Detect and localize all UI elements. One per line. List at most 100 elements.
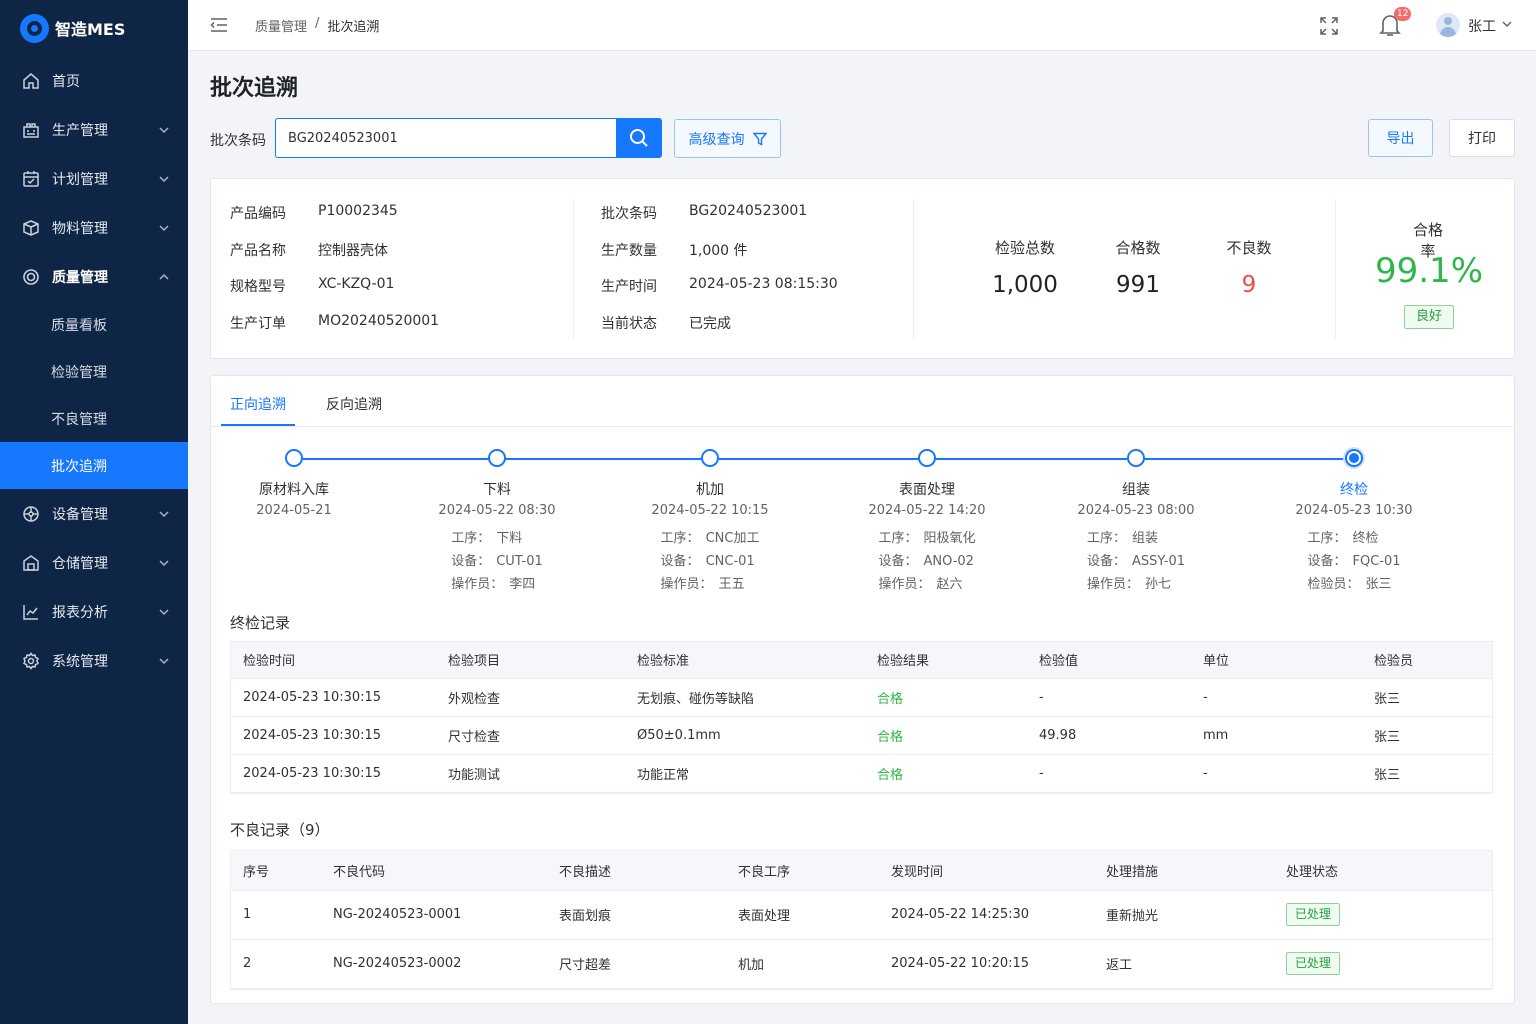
table-row[interactable]: 2024-05-23 10:30:15 尺寸检查 Ø50±0.1mm 合格 49.98 m…: [231, 716, 1492, 755]
timeline-node[interactable]: 下料 2024-05-22 08:30 工序： 下料 设备： CUT-01 操作员： 李四: [397, 449, 597, 596]
timeline-detail-value: 王五: [718, 577, 745, 592]
timeline-dot: [1127, 449, 1145, 467]
info-key: 批次条码: [601, 206, 657, 222]
timeline-detail-value: ANO-02: [923, 554, 974, 569]
timeline-node[interactable]: 表面处理 2024-05-22 14:20 工序： 阳极氧化 设备： ANO-02 操作员：…: [827, 449, 1027, 596]
timeline-node[interactable]: 原材料入库 2024-05-21: [194, 449, 394, 518]
advanced-search-button[interactable]: 高级查询: [674, 119, 781, 158]
column-header: 检验时间: [231, 642, 436, 679]
timeline-step-date: 2024-05-22 14:20: [868, 503, 986, 518]
sidebar-subitem-quality-board[interactable]: 质量看板: [0, 301, 188, 348]
sidebar-subitem-batch-trace[interactable]: 批次追溯: [0, 442, 188, 489]
timeline-detail-key: 工序：: [451, 531, 491, 546]
advanced-search-label: 高级查询: [688, 131, 745, 148]
table-cell: -: [1191, 678, 1362, 717]
sidebar-item-plan[interactable]: 计划管理: [0, 154, 188, 203]
timeline-node[interactable]: 组装 2024-05-23 08:00 工序： 组装 设备： ASSY-01 操作员： 孙七: [1036, 449, 1236, 596]
breadcrumb-item[interactable]: 质量管理: [255, 16, 307, 35]
sidebar-item-material[interactable]: 物料管理: [0, 203, 188, 252]
column-header: 检验结果: [865, 642, 1027, 679]
avatar[interactable]: [1436, 13, 1460, 37]
status-badge: 已处理: [1286, 903, 1341, 926]
info-value: P10002345: [318, 203, 398, 219]
timeline-detail-key: 设备：: [451, 554, 491, 569]
breadcrumb-separator: /: [315, 16, 320, 31]
info-key: 生产时间: [601, 279, 657, 295]
timeline-step-date: 2024-05-22 08:30: [438, 503, 556, 518]
sidebar-item-warehouse[interactable]: 仓储管理: [0, 538, 188, 587]
sidebar-subitem-inspection[interactable]: 检验管理: [0, 348, 188, 395]
table-cell: 已处理: [1274, 939, 1492, 989]
column-header: 检验项目: [436, 642, 625, 679]
brand[interactable]: 智造MES: [0, 0, 188, 56]
fullscreen-icon[interactable]: [1319, 16, 1339, 36]
home-icon: [22, 72, 40, 90]
timeline-step-name: 终检: [1340, 482, 1368, 498]
table-cell: 2024-05-23 10:30:15: [231, 716, 436, 755]
timeline-dot: [488, 449, 506, 467]
sidebar-item-quality[interactable]: 质量管理: [0, 252, 188, 301]
tab-forward-trace[interactable]: 正向追溯: [230, 394, 286, 414]
table-row[interactable]: 1 NG-20240523-0001 表面划痕 表面处理 2024-05-22 14:2…: [231, 890, 1492, 940]
brand-name: 智造MES: [55, 20, 126, 39]
table-row[interactable]: 2024-05-23 10:30:15 外观检查 无划痕、碰伤等缺陷 合格 - - 张三: [231, 678, 1492, 717]
user-name[interactable]: 张工: [1468, 16, 1496, 36]
batch-code-input[interactable]: [275, 118, 617, 158]
info-row: 产品名称 控制器壳体: [230, 240, 439, 277]
top-header: 质量管理 / 批次追溯 12 张工: [188, 0, 1536, 51]
timeline-detail-key: 设备：: [1307, 554, 1347, 569]
chevron-down-icon: [159, 608, 169, 615]
tab-reverse-trace[interactable]: 反向追溯: [326, 394, 382, 414]
table-row[interactable]: 2 NG-20240523-0002 尺寸超差 机加 2024-05-22 10:20:…: [231, 939, 1492, 989]
timeline-node[interactable]: 终检 2024-05-23 10:30 工序： 终检 设备： FQC-01 检验员： 张三: [1254, 449, 1454, 596]
stat-passed: 合格数 991: [1078, 237, 1198, 298]
timeline-detail-row: 工序： 下料: [451, 527, 543, 550]
factory-icon: [22, 121, 40, 139]
batch-info: 批次条码 BG20240523001 生产数量 1,000 件 生产时间 2024-0…: [601, 203, 838, 349]
timeline-detail-value: ASSY-01: [1131, 554, 1186, 569]
sidebar-item-production[interactable]: 生产管理: [0, 105, 188, 154]
search-button[interactable]: [616, 118, 662, 158]
stat-value: 9: [1241, 272, 1257, 298]
chevron-down-icon: [159, 657, 169, 664]
timeline-detail-value: FQC-01: [1352, 554, 1401, 569]
sidebar-menu: 首页 生产管理 计划管理 物料管理 质量管理 质量看板 检验管理 不良管理 批次…: [0, 56, 188, 685]
sidebar-item-home[interactable]: 首页: [0, 56, 188, 105]
table-cell: 返工: [1094, 939, 1274, 989]
print-button[interactable]: 打印: [1449, 119, 1515, 157]
info-row: 规格型号 XC-KZQ-01: [230, 276, 439, 313]
table-cell: 张三: [1362, 754, 1492, 793]
sidebar-item-system[interactable]: 系统管理: [0, 636, 188, 685]
timeline-detail-key: 工序：: [1307, 531, 1347, 546]
timeline-detail-row: 操作员： 李四: [451, 573, 543, 596]
sidebar-subitem-label: 批次追溯: [51, 458, 107, 475]
column-header: 处理措施: [1094, 851, 1274, 891]
table-cell: NG-20240523-0002: [321, 939, 547, 989]
chevron-up-icon: [159, 273, 169, 280]
sidebar-item-label: 物料管理: [52, 220, 108, 237]
info-key: 产品编码: [230, 206, 286, 222]
table-cell: 表面处理: [726, 890, 879, 940]
table-cell: 2024-05-22 14:25:30: [879, 890, 1094, 940]
filter-icon: [752, 132, 767, 146]
table-cell: 功能测试: [436, 754, 625, 793]
sidebar-subitem-defects[interactable]: 不良管理: [0, 395, 188, 442]
table-cell: -: [1027, 678, 1191, 717]
timeline-dot: [918, 449, 936, 467]
sidebar-item-equipment[interactable]: 设备管理: [0, 489, 188, 538]
timeline-detail-row: 设备： ASSY-01: [1087, 550, 1185, 573]
sidebar-item-report[interactable]: 报表分析: [0, 587, 188, 636]
menu-collapse-icon[interactable]: [210, 16, 228, 34]
timeline-dot: [285, 449, 303, 467]
export-button[interactable]: 导出: [1368, 119, 1433, 157]
timeline-step-date: 2024-05-22 10:15: [651, 503, 769, 518]
sidebar: 智造MES 首页 生产管理 计划管理 物料管理 质量管理 质量看板 检验管理 不…: [0, 0, 188, 1024]
table-row[interactable]: 2024-05-23 10:30:15 功能测试 功能正常 合格 - - 张三: [231, 754, 1492, 793]
table-cell: 合格: [865, 716, 1027, 755]
chevron-down-icon[interactable]: [1502, 19, 1512, 29]
stat-value: 1,000: [992, 272, 1058, 298]
timeline-node[interactable]: 机加 2024-05-22 10:15 工序： CNC加工 设备： CNC-01 操作员： 王…: [610, 449, 810, 596]
info-value: 控制器壳体: [318, 242, 388, 259]
table-cell: -: [1027, 754, 1191, 793]
info-value: MO20240520001: [318, 312, 440, 329]
